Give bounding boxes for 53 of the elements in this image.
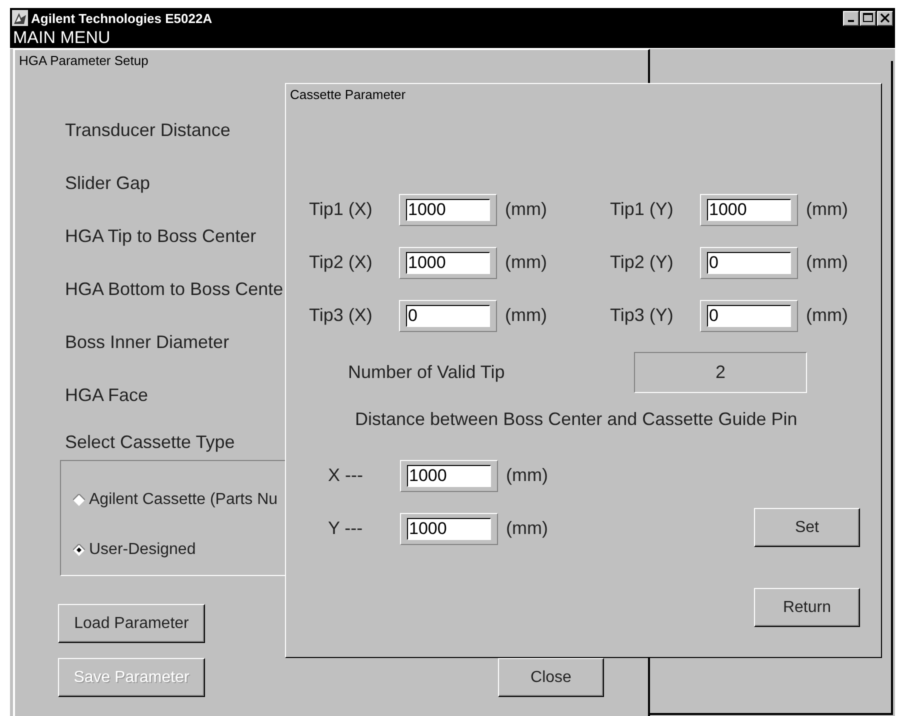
close-dialog-button[interactable]: Close [498,658,604,697]
unit-label: (mm) [806,199,849,220]
parameter-label: Boss Inner Diameter [65,331,230,354]
cassette-type-label: Select Cassette Type [65,432,235,454]
minimize-icon [848,20,854,22]
radio-button[interactable] [73,544,85,556]
valid-tip-label: Number of Valid Tip [348,362,506,383]
valid-tip-display: 2 [634,352,807,393]
field-label: Tip2 (X) [309,252,374,273]
distance-label: Distance between Boss Center and Cassette Guide Pin [355,409,798,430]
maximize-icon [863,13,873,23]
dialog-title: Cassette Parameter [289,86,407,104]
parameter-label: Slider Gap [65,172,150,195]
radio-button[interactable] [73,494,85,506]
input-field[interactable]: 0 [700,246,798,278]
maximize-button[interactable] [860,10,876,26]
unit-label: (mm) [506,465,548,486]
field-label: Tip3 (X) [309,305,374,326]
radio-label[interactable]: Agilent Cassette (Parts Nu [89,491,278,509]
input-field[interactable]: 1000 [399,246,497,278]
menu-bar[interactable]: MAIN MENU [10,28,895,49]
field-label: Tip2 (Y) [610,252,674,273]
close-button[interactable] [877,10,893,26]
window-title: Agilent Technologies E5022A [31,10,214,26]
input-field[interactable]: 1000 [700,194,798,226]
unit-label: (mm) [806,252,849,273]
unit-label: (mm) [806,305,849,326]
field-label: Y --- [328,518,364,539]
field-label: X --- [328,465,364,486]
input-field[interactable]: 1000 [400,512,498,544]
unit-label: (mm) [506,518,548,539]
input-field[interactable]: 0 [700,300,798,332]
load-parameter-button[interactable]: Load Parameter [58,604,205,643]
parameter-label: HGA Bottom to Boss Cente [65,278,284,301]
unit-label: (mm) [505,252,548,273]
field-label: Tip1 (X) [309,199,374,220]
parameter-label: HGA Tip to Boss Center [65,225,256,248]
panel-title: HGA Parameter Setup [18,52,150,70]
return-button[interactable]: Return [754,588,860,627]
input-field[interactable]: 1000 [400,460,498,492]
field-label: Tip3 (Y) [610,305,674,326]
field-label: Tip1 (Y) [610,199,674,220]
parameter-label: HGA Face [65,384,148,407]
parameter-label: Transducer Distance [65,119,230,142]
set-button[interactable]: Set [754,508,860,547]
input-field[interactable]: 0 [399,300,497,332]
close-icon [880,13,890,23]
minimize-button[interactable] [843,10,859,26]
unit-label: (mm) [505,305,548,326]
app-icon [12,10,28,26]
input-field[interactable]: 1000 [399,194,497,226]
radio-label[interactable]: User-Designed [89,541,196,559]
unit-label: (mm) [505,199,548,220]
